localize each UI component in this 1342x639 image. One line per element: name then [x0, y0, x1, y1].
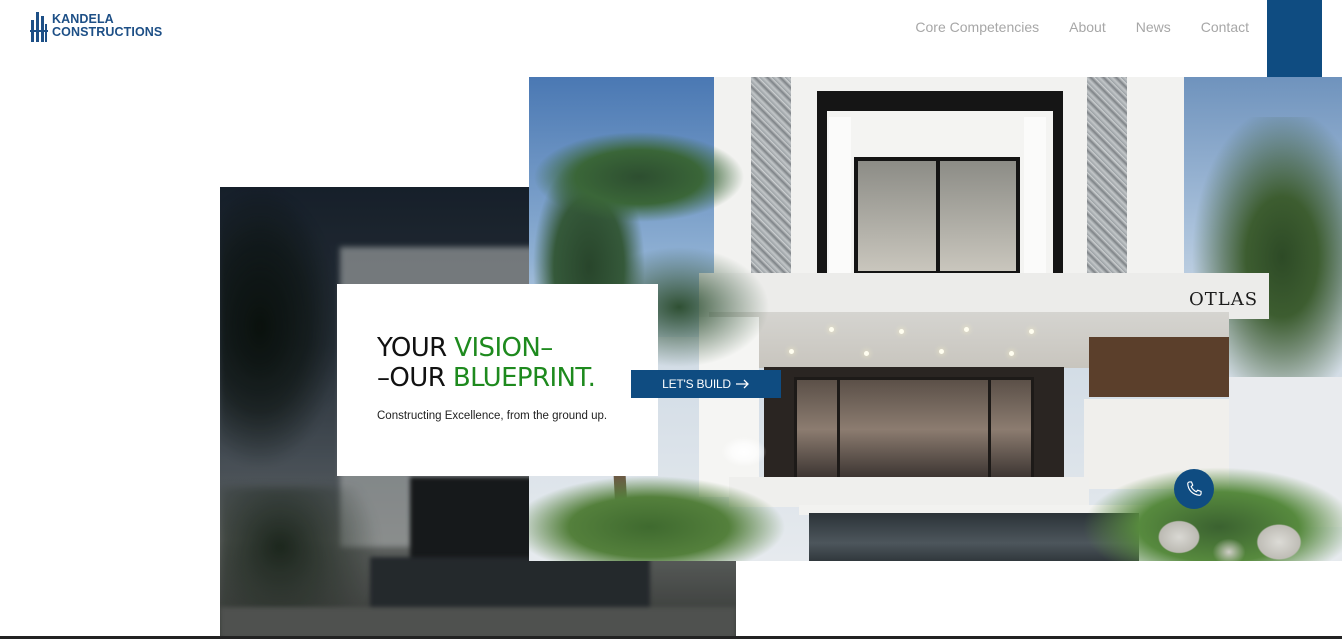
lets-build-button[interactable]: LET'S BUILD — [631, 370, 781, 398]
phone-icon — [1187, 481, 1202, 496]
house-sign: OTLAS — [1189, 289, 1259, 310]
lets-build-label: LET'S BUILD — [662, 377, 731, 391]
phone-button[interactable] — [1174, 469, 1214, 509]
hero-title: YOUR VISION– –OUR BLUEPRINT. — [377, 333, 596, 393]
arrow-right-icon — [735, 379, 749, 389]
hero-title-line1-accent: VISION– — [454, 333, 553, 363]
main-nav: Core Competencies About News Contact — [915, 19, 1249, 35]
hero-title-line1-start: YOUR — [377, 333, 455, 363]
nav-about[interactable]: About — [1069, 19, 1106, 35]
brand-logo[interactable]: KANDELA CONSTRUCTIONS — [30, 10, 162, 42]
nav-core-competencies[interactable]: Core Competencies — [915, 19, 1039, 35]
nav-news[interactable]: News — [1136, 19, 1171, 35]
nav-contact[interactable]: Contact — [1201, 19, 1249, 35]
hero-card: YOUR VISION– –OUR BLUEPRINT. Constructin… — [337, 284, 658, 476]
hero-title-line2-accent: BLUEPRINT. — [452, 363, 596, 393]
logo-mark-icon — [30, 10, 48, 42]
hero-subtitle: Constructing Excellence, from the ground… — [377, 410, 608, 422]
brand-line-2: CONSTRUCTIONS — [52, 25, 163, 39]
brand-name: KANDELA CONSTRUCTIONS — [52, 13, 162, 39]
hero-title-line2-start: –OUR — [377, 363, 453, 393]
